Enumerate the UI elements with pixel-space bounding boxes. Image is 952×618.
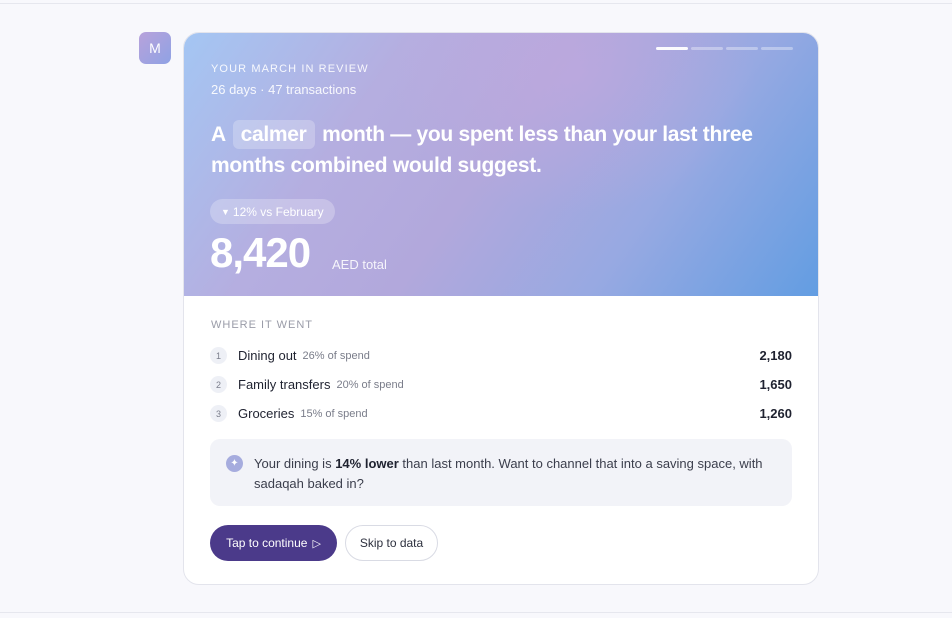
category-name: Family transfers — [238, 377, 331, 392]
continue-button-label: Tap to continue — [226, 536, 308, 550]
category-amount: 2,180 — [759, 348, 792, 363]
breakdown-title: WHERE IT WENT — [211, 319, 314, 331]
list-item: 3 Groceries 15% of spend 1,260 — [210, 399, 792, 428]
skip-to-data-button[interactable]: Skip to data — [345, 525, 438, 561]
category-share: 15% of spend — [300, 407, 368, 420]
avatar-initial: M — [149, 40, 161, 56]
sparkle-icon: ✦ — [226, 455, 243, 472]
rank-badge: 3 — [210, 405, 227, 422]
change-badge: ▼ 12% vs February — [210, 199, 335, 224]
review-hero: YOUR MARCH IN REVIEW 26 days · 47 transa… — [184, 33, 818, 296]
spend-breakdown-list: 1 Dining out 26% of spend 2,180 2 Family… — [210, 341, 792, 428]
change-badge-text: 12% vs February — [232, 204, 324, 219]
review-subtitle: 26 days · 47 transactions — [211, 82, 357, 97]
monthly-review-card: YOUR MARCH IN REVIEW 26 days · 47 transa… — [183, 32, 819, 585]
list-item: 2 Family transfers 20% of spend 1,650 — [210, 370, 792, 399]
category-name: Dining out — [238, 348, 297, 363]
progress-segment-1 — [656, 47, 688, 50]
progress-segment-3 — [726, 47, 758, 50]
rank-badge: 1 — [210, 347, 227, 364]
category-share: 26% of spend — [302, 349, 370, 362]
review-headline: A calmer month — you spent less than you… — [211, 119, 771, 181]
skip-button-label: Skip to data — [359, 536, 424, 550]
top-divider — [0, 3, 952, 4]
total-amount: 8,420 — [210, 229, 311, 276]
bottom-divider — [0, 612, 952, 613]
story-progress — [656, 47, 793, 50]
total-unit: AED total — [332, 257, 387, 272]
play-icon: ▷ — [312, 537, 321, 550]
list-item: 1 Dining out 26% of spend 2,180 — [210, 341, 792, 370]
category-amount: 1,260 — [759, 406, 792, 421]
insight-prefix: Your dining is — [254, 456, 332, 471]
continue-button[interactable]: Tap to continue ▷ — [210, 525, 337, 561]
progress-segment-4 — [761, 47, 793, 50]
category-amount: 1,650 — [759, 377, 792, 392]
progress-segment-2 — [691, 47, 723, 50]
down-triangle-icon: ▼ — [221, 206, 230, 217]
insight-callout: ✦ Your dining is 14% lower than last mon… — [210, 439, 792, 506]
review-eyebrow: YOUR MARCH IN REVIEW — [211, 63, 369, 75]
category-name: Groceries — [238, 406, 295, 421]
insight-emphasis: 14% lower — [335, 456, 399, 471]
headline-before: A — [211, 123, 226, 146]
headline-highlight: calmer — [232, 120, 315, 149]
rank-badge: 2 — [210, 376, 227, 393]
assistant-avatar: M — [139, 32, 171, 64]
category-share: 20% of spend — [336, 378, 404, 391]
